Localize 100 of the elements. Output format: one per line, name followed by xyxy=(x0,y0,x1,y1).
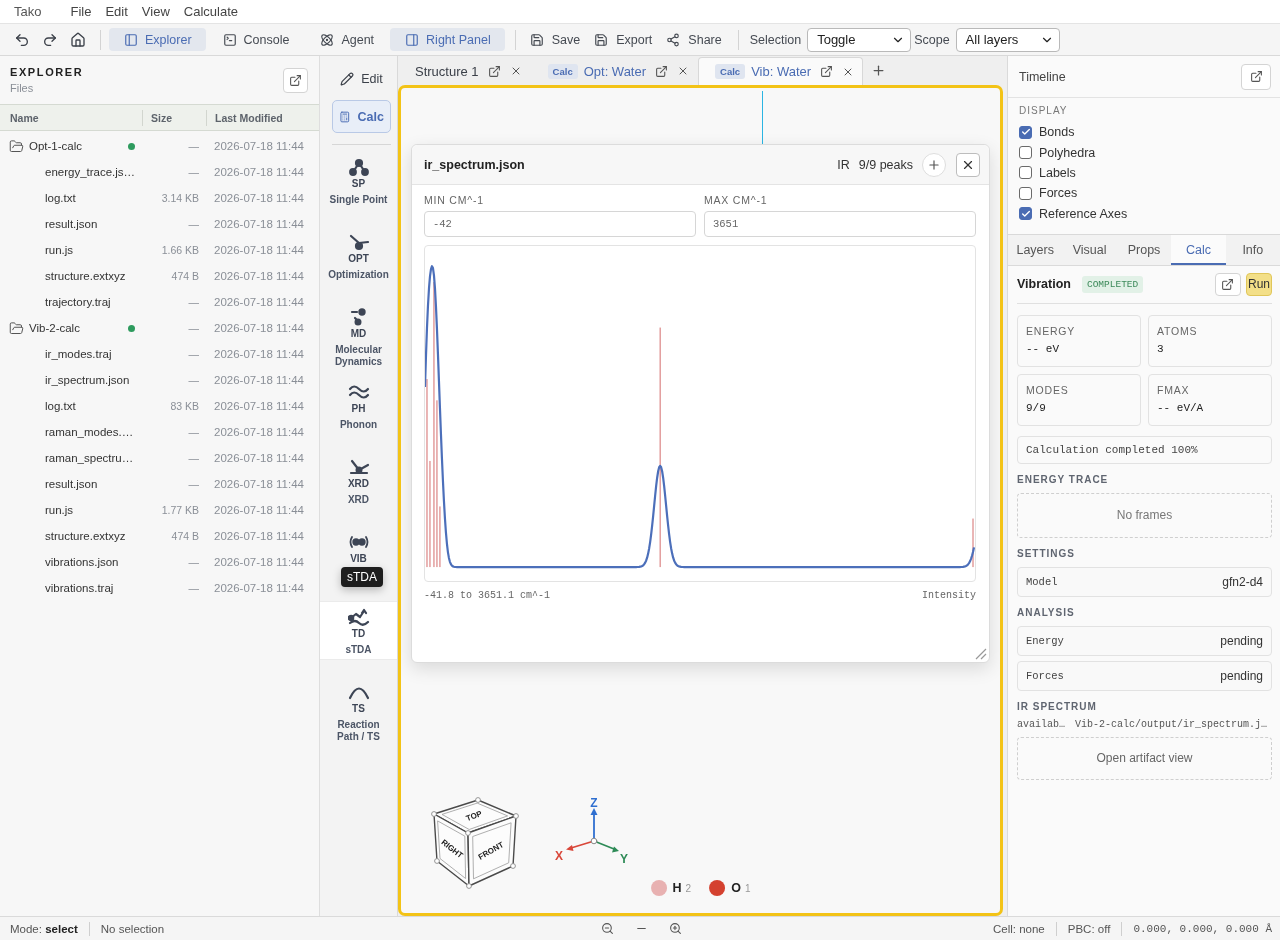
folder-name[interactable]: Opt-1-calc xyxy=(29,140,83,152)
mode-button[interactable]: Calc xyxy=(332,100,391,133)
file-name[interactable]: ir_modes.traj xyxy=(45,348,112,360)
file-name[interactable]: energy_trace.js… xyxy=(45,166,136,178)
file-modified-date: 2026-07-18 11:44 xyxy=(213,140,305,152)
orientation-cube[interactable] xyxy=(431,797,519,889)
tab-badge: Calc xyxy=(547,63,578,79)
menu-item[interactable]: Edit xyxy=(99,4,134,19)
cursor-coordinates: 0.000, 0.000, 0.000 Å xyxy=(1133,922,1272,935)
panel-toggle-button[interactable]: Agent xyxy=(305,28,389,51)
checkbox[interactable] xyxy=(1019,186,1032,200)
external-link-icon xyxy=(289,73,302,87)
mode-button[interactable]: Edit xyxy=(332,66,391,92)
tool-item[interactable]: PH Phonon xyxy=(320,376,397,435)
panel-tab[interactable]: Layers xyxy=(1008,234,1063,265)
menu-item[interactable]: Calculate xyxy=(177,4,244,19)
tool-item[interactable]: TD sTDA xyxy=(320,601,397,660)
panel-tab[interactable]: Props xyxy=(1116,234,1172,265)
file-name[interactable]: log.txt xyxy=(45,192,76,204)
file-modified-date: 2026-07-18 11:44 xyxy=(213,296,305,308)
window-title: ir_spectrum.json xyxy=(424,157,525,172)
section-label: DISPLAY xyxy=(1019,105,1069,117)
document-tab[interactable]: Structure 1 xyxy=(398,56,531,85)
analysis-key: Forces xyxy=(1026,669,1064,682)
panel-toggle-button[interactable]: Right Panel xyxy=(390,28,505,51)
file-name[interactable]: run.js xyxy=(45,244,74,256)
tool-item[interactable]: XRD XRD xyxy=(320,451,397,510)
panel-title: EXPLORER xyxy=(10,66,84,78)
file-name[interactable]: log.txt xyxy=(45,400,76,412)
document-tab[interactable]: Calc Opt: Water xyxy=(530,56,699,85)
column-header[interactable]: Last Modified xyxy=(206,109,319,126)
toolbar-button[interactable]: Share xyxy=(660,28,728,51)
file-name[interactable]: trajectory.traj xyxy=(45,296,111,308)
dropdown[interactable]: Toggle xyxy=(807,27,912,52)
open-artifact-button[interactable]: Open artifact view xyxy=(1017,736,1272,780)
range-input[interactable]: 3651 xyxy=(704,211,976,237)
file-name[interactable]: vibrations.traj xyxy=(45,582,114,594)
file-name[interactable]: run.js xyxy=(45,504,74,516)
file-modified-date: 2026-07-18 11:44 xyxy=(213,270,305,282)
mode-indicator: Mode: select xyxy=(10,922,78,935)
undo-icon xyxy=(14,31,30,48)
pop-out-button[interactable] xyxy=(1215,272,1241,296)
pencil-icon xyxy=(340,72,355,86)
menu-item[interactable]: File xyxy=(64,4,98,19)
element-symbol: H xyxy=(672,881,682,895)
add-button[interactable] xyxy=(922,152,946,177)
panel-toggle-button[interactable]: Console xyxy=(207,28,304,51)
file-name[interactable]: raman_modes.… xyxy=(45,426,134,438)
file-name[interactable]: structure.extxyz xyxy=(45,530,126,542)
tool-item[interactable]: VIB xyxy=(320,526,397,569)
checkbox-label: Reference Axes xyxy=(1039,206,1128,221)
pop-out-button[interactable] xyxy=(283,67,308,93)
resize-grip-icon[interactable] xyxy=(973,646,987,660)
checkbox-label: Forces xyxy=(1039,186,1078,201)
checkbox[interactable] xyxy=(1019,146,1032,160)
tool-item[interactable]: MD Molecular Dynamics xyxy=(320,301,397,372)
file-name[interactable]: result.json xyxy=(45,478,98,490)
column-header[interactable]: Size xyxy=(142,109,206,126)
document-tab[interactable]: Calc Vib: Water xyxy=(698,57,864,85)
folder-name[interactable]: Vib-2-calc xyxy=(29,322,80,334)
external-link-icon[interactable] xyxy=(487,64,501,78)
pop-out-button[interactable] xyxy=(1241,63,1271,90)
file-modified-date: 2026-07-18 11:44 xyxy=(213,322,305,334)
file-modified-date: 2026-07-18 11:44 xyxy=(213,244,305,256)
file-size: — xyxy=(187,296,200,308)
dropdown[interactable]: All layers xyxy=(955,27,1060,52)
range-input[interactable]: -42 xyxy=(424,211,696,237)
element-symbol: O xyxy=(731,881,741,895)
stat-label: FMAX xyxy=(1157,383,1191,397)
close-button[interactable] xyxy=(956,152,980,177)
stat-label: ATOMS xyxy=(1157,324,1199,338)
tool-item[interactable]: SP Single Point xyxy=(320,151,397,210)
panel-tab[interactable]: Calc xyxy=(1171,234,1226,265)
checkbox[interactable] xyxy=(1019,125,1032,139)
column-header[interactable]: Name xyxy=(0,109,142,126)
file-name[interactable]: raman_spectru… xyxy=(45,452,134,464)
field-label: MIN CM^-1 xyxy=(424,194,485,207)
panel-tab[interactable]: Info xyxy=(1225,234,1280,265)
file-name[interactable]: vibrations.json xyxy=(45,556,119,568)
external-link-icon[interactable] xyxy=(655,64,669,78)
tab-title: Vib: Water xyxy=(751,64,812,79)
file-name[interactable]: structure.extxyz xyxy=(45,270,126,282)
checkbox[interactable] xyxy=(1019,166,1032,180)
run-button[interactable]: Run xyxy=(1246,272,1272,296)
checkmark-icon xyxy=(1020,208,1031,219)
selection-status: No selection xyxy=(100,922,165,935)
menu-item[interactable]: View xyxy=(135,4,176,19)
panel-toggle-button[interactable]: Explorer xyxy=(109,28,206,51)
tool-item[interactable]: TS Reaction Path / TS xyxy=(320,676,397,747)
checkbox[interactable] xyxy=(1019,207,1032,221)
toolbar-button[interactable]: Export xyxy=(588,28,659,51)
tool-item[interactable]: OPT Optimization xyxy=(320,226,397,285)
file-modified-date: 2026-07-18 11:44 xyxy=(213,348,305,360)
toolbar-button[interactable]: Save xyxy=(523,28,587,51)
file-name[interactable]: ir_spectrum.json xyxy=(45,374,130,386)
axis-label: X xyxy=(555,849,563,863)
stat-label: ENERGY xyxy=(1026,324,1077,338)
file-name[interactable]: result.json xyxy=(45,218,98,230)
panel-tab[interactable]: Visual xyxy=(1062,234,1117,265)
external-link-icon[interactable] xyxy=(820,65,834,78)
